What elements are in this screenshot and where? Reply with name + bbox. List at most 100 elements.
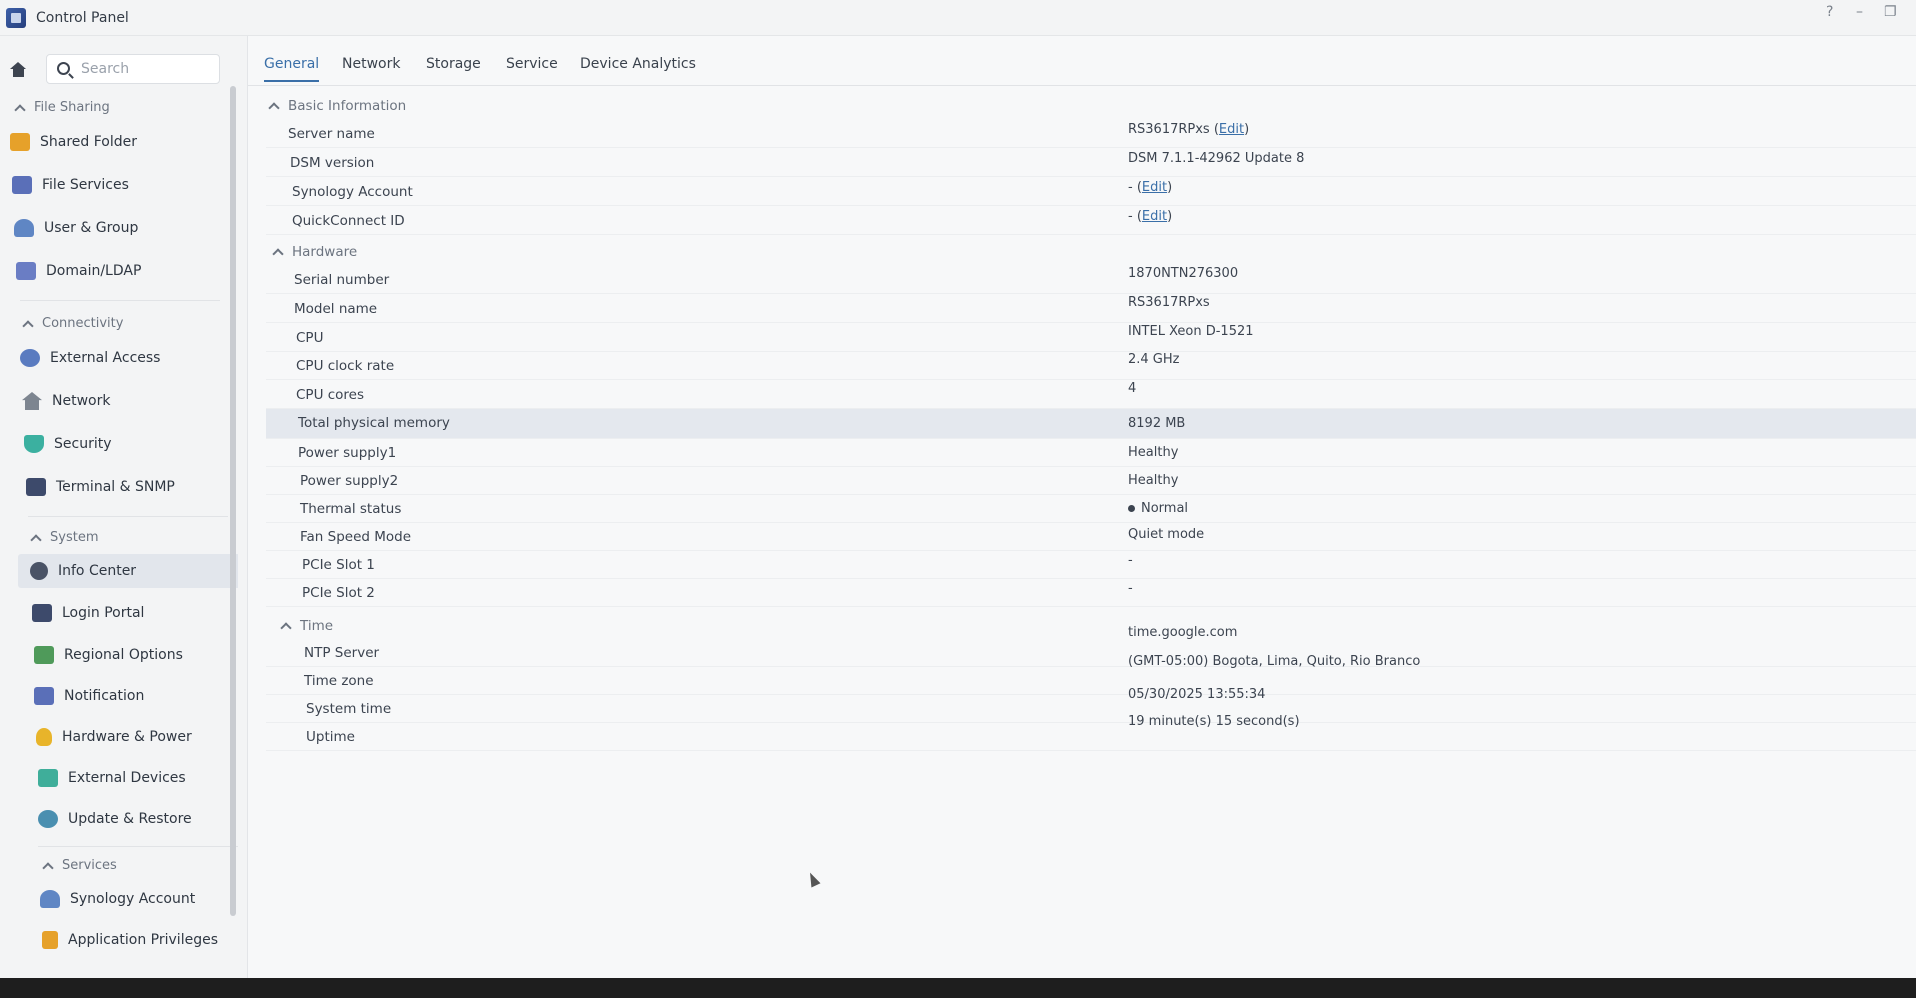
info-row: Time zone (GMT-05:00) Bogota, Lima, Quit… <box>266 654 1916 695</box>
info-row-selected: Total physical memory 8192 MB <box>266 409 1916 439</box>
edit-server-name-link[interactable]: Edit <box>1219 122 1244 137</box>
tab-storage[interactable]: Storage <box>426 56 481 80</box>
sidebar-item-network[interactable]: Network <box>22 384 238 418</box>
row-label: CPU cores <box>296 387 365 403</box>
sidebar-item-info-center[interactable]: Info Center <box>18 554 238 588</box>
bulb-icon <box>36 728 52 746</box>
minimize-icon[interactable]: – <box>1856 4 1863 20</box>
synology-account-icon <box>40 890 60 908</box>
notification-icon <box>34 687 54 705</box>
window-title: Control Panel <box>36 10 129 26</box>
sidebar-item-terminal-snmp[interactable]: Terminal & SNMP <box>26 470 238 504</box>
help-icon[interactable]: ? <box>1826 4 1833 20</box>
divider <box>20 300 220 301</box>
section-file-sharing[interactable]: File Sharing <box>14 100 110 116</box>
restore-icon[interactable]: ❐ <box>1884 4 1897 20</box>
chevron-up-icon <box>272 248 284 260</box>
monitor-bezel <box>0 978 1916 998</box>
control-panel-window: Control Panel ? – ❐ File Sharing Shared … <box>0 0 1916 978</box>
sidebar-item-label: External Devices <box>68 770 186 786</box>
info-row: Power supply1 Healthy <box>266 439 1916 467</box>
row-label: Power supply1 <box>298 445 397 461</box>
sidebar-item-label: Info Center <box>58 563 137 579</box>
sidebar-item-label: Security <box>54 436 112 452</box>
group-title: Time <box>300 618 334 634</box>
chevron-up-icon <box>280 622 292 634</box>
tab-general[interactable]: General <box>264 56 320 82</box>
control-panel-app-icon <box>6 8 26 28</box>
lock-icon <box>42 931 58 949</box>
row-label: NTP Server <box>304 645 380 661</box>
chevron-up-icon <box>42 861 54 874</box>
row-label: PCIe Slot 1 <box>302 557 375 573</box>
chevron-up-icon <box>22 319 34 332</box>
row-label: DSM version <box>290 155 375 171</box>
chevron-up-icon <box>14 103 26 116</box>
sidebar: File Sharing Shared Folder File Services… <box>0 36 248 978</box>
row-value: 1870NTN276300 <box>1128 266 1239 281</box>
row-value: RS3617RPxs <box>1128 295 1210 310</box>
sidebar-item-external-devices[interactable]: External Devices <box>38 761 238 795</box>
sidebar-item-external-access[interactable]: External Access <box>20 341 238 375</box>
sidebar-item-security[interactable]: Security <box>24 427 238 461</box>
external-devices-icon <box>38 769 58 787</box>
row-label: Synology Account <box>292 184 413 200</box>
sidebar-item-label: Synology Account <box>70 891 196 907</box>
sidebar-item-login-portal[interactable]: Login Portal <box>32 596 238 630</box>
group-hardware[interactable]: Hardware <box>272 244 358 260</box>
row-label: Time zone <box>304 673 374 689</box>
tab-service[interactable]: Service <box>506 56 558 80</box>
row-label: CPU <box>296 330 324 346</box>
row-value: - (Edit) <box>1128 180 1173 195</box>
info-row: CPU clock rate 2.4 GHz <box>266 352 1916 380</box>
sidebar-item-hardware-power[interactable]: Hardware & Power <box>36 720 238 754</box>
sidebar-item-synology-account[interactable]: Synology Account <box>40 882 238 916</box>
info-row: PCIe Slot 1 - <box>266 551 1916 579</box>
info-row: Fan Speed Mode Quiet mode <box>266 523 1916 551</box>
sidebar-nav: File Sharing Shared Folder File Services… <box>0 92 238 978</box>
user-group-icon <box>14 219 34 237</box>
sidebar-item-label: Terminal & SNMP <box>56 479 175 495</box>
sidebar-item-regional-options[interactable]: Regional Options <box>34 638 238 672</box>
group-basic-information[interactable]: Basic Information <box>268 98 407 114</box>
sidebar-scrollbar[interactable] <box>230 86 236 916</box>
row-label: Model name <box>294 301 378 317</box>
search-input[interactable] <box>81 59 211 79</box>
row-label: Power supply2 <box>300 473 399 489</box>
group-title: Basic Information <box>288 98 407 114</box>
mouse-cursor-icon <box>805 870 821 888</box>
sidebar-item-application-privileges[interactable]: Application Privileges <box>42 923 238 957</box>
section-label: File Sharing <box>34 100 110 115</box>
info-row: PCIe Slot 2 - <box>266 579 1916 607</box>
sidebar-item-file-services[interactable]: File Services <box>12 168 232 202</box>
group-title: Hardware <box>292 244 358 260</box>
shield-icon <box>24 435 44 453</box>
sidebar-item-label: Application Privileges <box>68 932 218 948</box>
info-row: Thermal status Normal <box>266 495 1916 523</box>
row-label: Total physical memory <box>298 415 450 431</box>
section-connectivity[interactable]: Connectivity <box>22 316 123 332</box>
row-label: QuickConnect ID <box>292 213 405 229</box>
divider <box>38 846 238 847</box>
group-time[interactable]: Time <box>280 618 334 634</box>
tab-device-analytics[interactable]: Device Analytics <box>580 56 696 80</box>
sidebar-item-shared-folder[interactable]: Shared Folder <box>10 125 230 159</box>
sidebar-item-label: User & Group <box>44 220 139 236</box>
sidebar-item-notification[interactable]: Notification <box>34 679 238 713</box>
tab-bar: General Network Storage Service Device A… <box>248 36 1916 86</box>
edit-synology-account-link[interactable]: Edit <box>1142 180 1167 195</box>
search-box[interactable] <box>46 54 220 84</box>
sidebar-item-update-restore[interactable]: Update & Restore <box>38 802 238 836</box>
folder-icon <box>10 133 30 151</box>
home-icon[interactable] <box>6 58 30 82</box>
update-icon <box>38 810 58 828</box>
edit-quickconnect-link[interactable]: Edit <box>1142 209 1167 224</box>
sidebar-item-user-group[interactable]: User & Group <box>14 211 234 245</box>
section-system[interactable]: System <box>30 530 98 546</box>
terminal-icon <box>26 478 46 496</box>
sidebar-item-domain-ldap[interactable]: Domain/LDAP <box>16 254 236 288</box>
sidebar-item-label: Regional Options <box>64 647 183 663</box>
tab-network[interactable]: Network <box>342 56 400 80</box>
section-services[interactable]: Services <box>42 858 117 874</box>
status-dot-icon <box>1128 505 1135 512</box>
